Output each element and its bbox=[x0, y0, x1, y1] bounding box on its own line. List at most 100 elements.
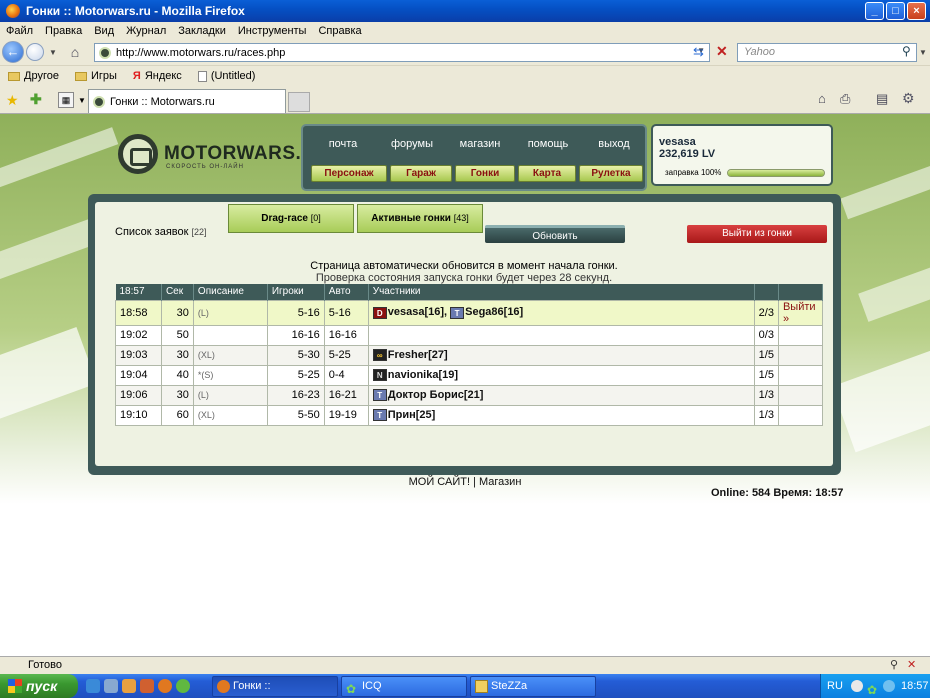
menu-tools[interactable]: Инструменты bbox=[238, 25, 307, 37]
nav-garage-button[interactable]: Гараж bbox=[390, 165, 452, 182]
nav-help[interactable]: помощь bbox=[523, 138, 573, 150]
zoom-icon[interactable]: ⚲ bbox=[890, 657, 898, 674]
tab-list-dropdown-icon[interactable]: ▼ bbox=[78, 96, 86, 105]
participant-link[interactable]: Прин[25] bbox=[388, 409, 436, 421]
bookmark-yandex[interactable]: Я Яндекс bbox=[133, 70, 182, 82]
search-input[interactable]: Yahoo bbox=[737, 43, 917, 62]
race-description: (L) bbox=[192, 299, 268, 326]
requests-list-label[interactable]: Список заявок [22] bbox=[115, 226, 207, 238]
reload-icon[interactable]: ⇆ bbox=[693, 44, 704, 60]
race-participants: ∞ Fresher[27] bbox=[367, 344, 755, 366]
race-players: 5-50 bbox=[266, 404, 325, 426]
leave-race-link[interactable]: Выйти » bbox=[777, 299, 824, 326]
print-icon[interactable]: ⎙ bbox=[840, 91, 850, 107]
bookmark-untitled[interactable]: (Untitled) bbox=[197, 70, 255, 82]
nav-logout[interactable]: выход bbox=[591, 138, 637, 150]
icq-quicklaunch-icon[interactable] bbox=[176, 679, 190, 693]
race-auto: 5-25 bbox=[323, 344, 369, 366]
tab-drag-race[interactable]: Drag-race [0] bbox=[228, 204, 354, 233]
maximize-button[interactable]: □ bbox=[886, 2, 905, 20]
forward-button[interactable] bbox=[26, 43, 44, 61]
search-icon[interactable]: ⚲ bbox=[902, 44, 911, 58]
show-desktop-icon[interactable] bbox=[104, 679, 118, 693]
task-stezza[interactable]: SteZZa bbox=[470, 676, 596, 697]
participant-badge-icon: T bbox=[372, 409, 387, 422]
col-players: Игроки bbox=[267, 284, 325, 300]
firefox-icon bbox=[217, 680, 230, 693]
menu-history[interactable]: Журнал bbox=[126, 25, 166, 37]
menu-edit[interactable]: Правка bbox=[45, 25, 82, 37]
bookmark-star-icon[interactable]: ★ bbox=[6, 92, 19, 109]
icq-flower-icon: ✿ bbox=[346, 682, 357, 696]
race-ratio: 2/3 bbox=[753, 299, 779, 326]
participant-badge-icon: T bbox=[450, 306, 465, 319]
stop-icon[interactable]: ✕ bbox=[716, 43, 728, 60]
race-ratio: 1/5 bbox=[753, 364, 779, 386]
user-name[interactable]: vesasa bbox=[659, 136, 825, 148]
race-auto: 16-16 bbox=[323, 324, 369, 346]
tab-active-races[interactable]: Активные гонки [43] bbox=[357, 204, 483, 233]
tab-motorwars[interactable]: Гонки :: Motorwars.ru bbox=[88, 89, 286, 113]
online-and-time: Online: 584 Время: 18:57 bbox=[711, 487, 844, 499]
quicklaunch-icon[interactable] bbox=[140, 679, 154, 693]
bookmark-games[interactable]: Игры bbox=[74, 70, 117, 82]
home-icon[interactable]: ⌂ bbox=[66, 44, 84, 60]
close-button[interactable]: × bbox=[907, 2, 926, 20]
tab-grid-icon[interactable]: ▦ bbox=[58, 92, 74, 108]
nav-mail[interactable]: почта bbox=[325, 138, 361, 150]
race-time: 19:02 bbox=[115, 324, 162, 346]
address-bar[interactable]: http://www.motorwars.ru/races.php ▼ bbox=[94, 43, 710, 62]
race-ratio: 1/3 bbox=[753, 404, 779, 426]
firefox-quicklaunch-icon[interactable] bbox=[158, 679, 172, 693]
new-tab-button[interactable] bbox=[288, 92, 310, 112]
tray-icon[interactable] bbox=[883, 680, 895, 692]
search-engine-dropdown-icon[interactable]: ▼ bbox=[919, 48, 927, 57]
quicklaunch-icon[interactable] bbox=[122, 679, 136, 693]
exit-race-button[interactable]: Выйти из гонки bbox=[687, 225, 827, 243]
page-menu-icon[interactable]: ▤ bbox=[876, 91, 888, 107]
race-time: 19:10 bbox=[115, 404, 162, 426]
task-firefox[interactable]: Гонки :: Motorwars.r... bbox=[212, 676, 338, 697]
participant-link[interactable]: vesasa[16], bbox=[388, 306, 447, 318]
nav-races-button[interactable]: Гонки bbox=[455, 165, 515, 182]
participant-link[interactable]: Доктор Борис[21] bbox=[388, 389, 484, 401]
race-description: (XL) bbox=[192, 404, 268, 426]
check-status-notice: Проверка состояния запуска гонки будет ч… bbox=[315, 272, 613, 284]
participant-link[interactable]: navionika[19] bbox=[388, 369, 458, 381]
nav-forums[interactable]: форумы bbox=[387, 138, 437, 150]
tab-bar: ★ ✚ ▦ ▼ Гонки :: Motorwars.ru ⌂ ⎙ ▤ ⚙ bbox=[0, 86, 930, 114]
start-button[interactable]: пуск bbox=[0, 674, 78, 698]
nav-roulette-button[interactable]: Рулетка bbox=[579, 165, 643, 182]
fuel-bar-fill bbox=[728, 169, 825, 176]
task-icq[interactable]: ✿ ICQ bbox=[341, 676, 467, 697]
race-action bbox=[777, 364, 824, 386]
menu-file[interactable]: Файл bbox=[6, 25, 33, 37]
nav-character-button[interactable]: Персонаж bbox=[311, 165, 387, 182]
minimize-button[interactable]: _ bbox=[865, 2, 884, 20]
home-icon[interactable]: ⌂ bbox=[818, 91, 826, 106]
race-ratio: 1/5 bbox=[753, 344, 779, 366]
history-dropdown-icon[interactable]: ▼ bbox=[49, 48, 57, 57]
race-participants: T Доктор Борис[21] bbox=[367, 384, 755, 406]
ie-icon[interactable] bbox=[86, 679, 100, 693]
race-requests-table: 18:57 Сек Описание Игроки Авто Участники… bbox=[115, 284, 824, 426]
menu-bookmarks[interactable]: Закладки bbox=[178, 25, 226, 37]
language-indicator[interactable]: RU bbox=[827, 680, 843, 692]
nav-map-button[interactable]: Карта bbox=[518, 165, 576, 182]
menu-help[interactable]: Справка bbox=[318, 25, 361, 37]
clock: 18:57 bbox=[901, 680, 929, 692]
icq-tray-icon[interactable]: ✿ bbox=[867, 678, 877, 698]
auto-refresh-notice: Страница автоматически обновится в момен… bbox=[310, 260, 618, 272]
back-button[interactable]: ← bbox=[2, 41, 24, 63]
race-action bbox=[777, 404, 824, 426]
tray-icon[interactable] bbox=[851, 680, 863, 692]
participant-link[interactable]: Sega86[16] bbox=[465, 306, 523, 318]
bookmark-other[interactable]: Другое bbox=[8, 70, 59, 82]
refresh-button[interactable]: Обновить bbox=[485, 225, 625, 243]
addon-status-icon[interactable]: ✕ bbox=[907, 657, 916, 674]
participant-link[interactable]: Fresher[27] bbox=[388, 349, 448, 361]
menu-view[interactable]: Вид bbox=[94, 25, 114, 37]
add-icon[interactable]: ✚ bbox=[30, 91, 42, 108]
nav-shop[interactable]: магазин bbox=[455, 138, 505, 150]
gear-icon[interactable]: ⚙ bbox=[902, 90, 915, 107]
